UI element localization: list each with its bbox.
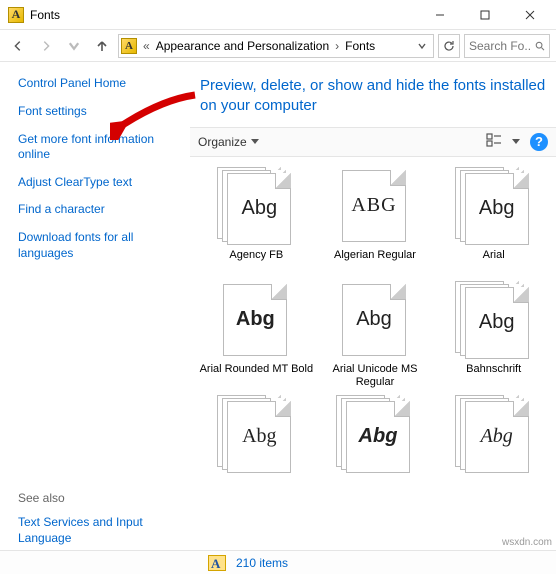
search-icon: [535, 40, 545, 52]
font-sample-text: ABG: [351, 194, 396, 217]
maximize-button[interactable]: [462, 0, 507, 30]
font-sample-text: Abg: [479, 311, 515, 334]
titlebar: A Fonts: [0, 0, 556, 30]
toolbar: Organize ?: [190, 127, 556, 157]
font-name-label: Arial Unicode MS Regular: [317, 363, 434, 389]
recent-locations-dropdown[interactable]: [62, 34, 86, 58]
see-also-label: See also: [18, 491, 180, 505]
forward-button[interactable]: [34, 34, 58, 58]
refresh-button[interactable]: [438, 34, 460, 58]
breadcrumb-item[interactable]: Fonts: [341, 39, 379, 53]
font-item[interactable]: Abg: [435, 395, 552, 503]
font-item[interactable]: Abg: [317, 395, 434, 503]
nav-more-font-info[interactable]: Get more font information online: [18, 132, 180, 163]
chevron-down-icon: [251, 139, 259, 144]
font-sample-text: Abg: [479, 197, 515, 220]
font-item[interactable]: ABG Algerian Regular: [317, 167, 434, 275]
font-sample-text: Abg: [242, 425, 276, 448]
font-sample-text: Abg: [359, 425, 398, 448]
help-button[interactable]: ?: [530, 133, 548, 151]
font-preview-tile: Abg: [336, 395, 414, 473]
nav-find-character[interactable]: Find a character: [18, 202, 180, 218]
font-name-label: Bahnschrift: [466, 363, 521, 389]
font-preview-tile: Abg: [336, 281, 414, 359]
fonts-folder-icon: A: [208, 555, 226, 571]
organize-button[interactable]: Organize: [198, 135, 259, 149]
control-panel-home-link[interactable]: Control Panel Home: [18, 76, 180, 90]
nav-cleartype[interactable]: Adjust ClearType text: [18, 175, 180, 191]
main-content: Preview, delete, or show and hide the fo…: [190, 62, 556, 550]
font-name-label: Arial Rounded MT Bold: [200, 363, 314, 389]
font-item[interactable]: Abg Arial Unicode MS Regular: [317, 281, 434, 389]
page-title: Preview, delete, or show and hide the fo…: [190, 62, 556, 127]
font-sample-text: Abg: [236, 308, 275, 331]
font-sample-text: Abg: [242, 197, 278, 220]
font-sample-text: Abg: [356, 308, 392, 331]
chevron-down-icon[interactable]: [512, 139, 520, 144]
organize-label: Organize: [198, 135, 247, 149]
font-preview-tile: Abg: [455, 395, 533, 473]
search-input[interactable]: [469, 39, 531, 53]
font-preview-tile: Abg: [455, 281, 533, 359]
font-preview-tile: Abg: [455, 167, 533, 245]
address-dropdown-icon[interactable]: [413, 41, 431, 51]
nav-font-settings[interactable]: Font settings: [18, 104, 180, 120]
nav-download-fonts[interactable]: Download fonts for all languages: [18, 230, 180, 261]
navbar: A « Appearance and Personalization › Fon…: [0, 30, 556, 62]
breadcrumb-prefix: «: [141, 39, 152, 53]
font-preview-tile: ABG: [336, 167, 414, 245]
font-name-label: Agency FB: [229, 249, 283, 275]
see-also-text-services[interactable]: Text Services and Input Language: [18, 515, 180, 546]
font-preview-tile: Abg: [217, 167, 295, 245]
close-button[interactable]: [507, 0, 552, 30]
item-count: 210 items: [236, 556, 288, 570]
font-item[interactable]: Abg Agency FB: [198, 167, 315, 275]
font-grid: AbgAgency FBABGAlgerian RegularAbgArialA…: [190, 157, 556, 551]
address-bar[interactable]: A « Appearance and Personalization › Fon…: [118, 34, 434, 58]
font-preview-tile: Abg: [217, 281, 295, 359]
font-item[interactable]: Abg Bahnschrift: [435, 281, 552, 389]
font-sample-text: Abg: [481, 425, 513, 448]
window-title: Fonts: [30, 8, 60, 22]
status-bar: A 210 items: [0, 550, 556, 574]
minimize-button[interactable]: [417, 0, 462, 30]
font-name-label: Algerian Regular: [334, 249, 416, 275]
font-item[interactable]: Abg Arial Rounded MT Bold: [198, 281, 315, 389]
view-options-button[interactable]: [486, 132, 502, 151]
window-controls: [417, 0, 552, 30]
breadcrumb-item[interactable]: Appearance and Personalization: [152, 39, 333, 53]
fonts-app-icon: A: [8, 7, 24, 23]
up-button[interactable]: [90, 34, 114, 58]
watermark: wsxdn.com: [502, 537, 552, 548]
font-item[interactable]: Abg Arial: [435, 167, 552, 275]
chevron-right-icon: ›: [333, 39, 341, 53]
breadcrumb: « Appearance and Personalization › Fonts: [141, 39, 379, 53]
body: Control Panel Home Font settings Get mor…: [0, 62, 556, 550]
font-preview-tile: Abg: [217, 395, 295, 473]
search-box[interactable]: [464, 34, 550, 58]
sidebar: Control Panel Home Font settings Get mor…: [0, 62, 190, 550]
font-item[interactable]: Abg: [198, 395, 315, 503]
back-button[interactable]: [6, 34, 30, 58]
address-folder-icon: A: [121, 38, 137, 54]
font-name-label: Arial: [483, 249, 505, 275]
